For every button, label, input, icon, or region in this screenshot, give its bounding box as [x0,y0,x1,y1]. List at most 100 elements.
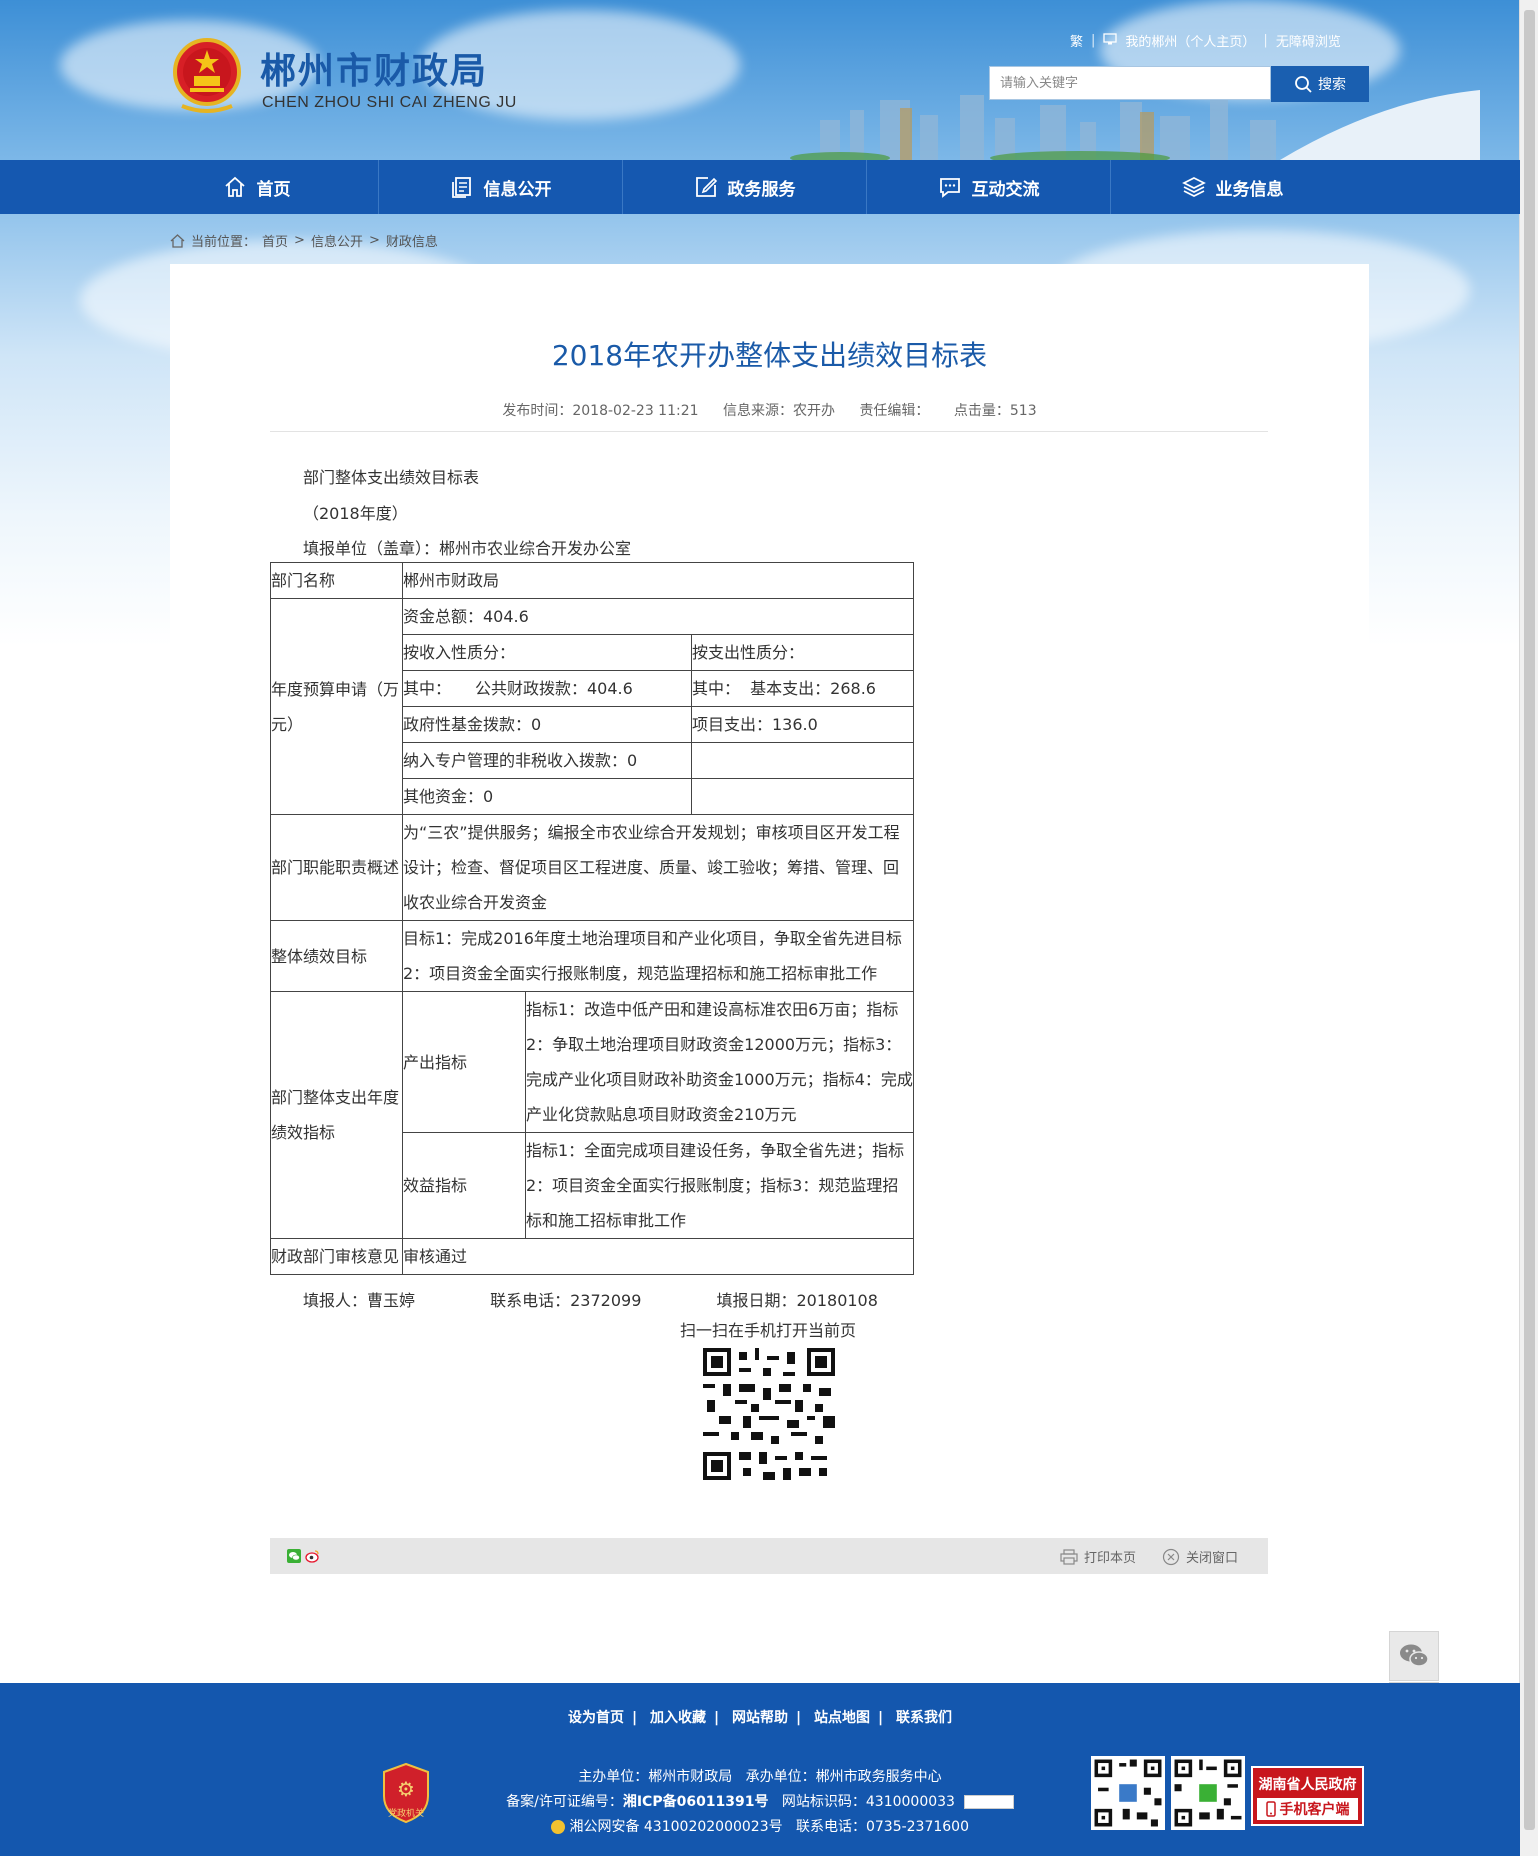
responsible-editor: 责任编辑： [859,403,930,419]
table-cell: 政府性基金拨款：0 [402,706,692,743]
table-cell: 其中： 基本支出：268.6 [691,670,914,707]
nav-item-home[interactable]: 首页 [135,160,379,214]
table-cell: 效益指标 [402,1132,526,1239]
search-button[interactable]: 搜索 [1271,66,1369,102]
doc-year: （2018年度） [303,504,408,523]
home-icon [170,233,185,248]
cnzz-stat-icon[interactable] [963,1795,1014,1809]
print-button[interactable]: 打印本页 [1060,1547,1136,1566]
table-cell: 财政部门审核意见 [270,1238,403,1275]
table-cell: 项目支出：136.0 [691,706,914,743]
breadcrumb-separator: > [294,233,305,248]
traditional-chinese-link[interactable]: 繁 [1070,31,1083,50]
nav-item-business-info[interactable]: 业务信息 [1111,160,1354,214]
table-cell [691,742,914,779]
wechat-icon [1400,1644,1429,1667]
divider [270,431,1268,432]
article-meta: 发布时间：2018-02-23 11:21 信息来源：农开办 责任编辑： 点击量… [170,400,1369,420]
hunan-gov-app-badge[interactable]: 湖南省人民政府 手机客户端 [1251,1766,1364,1826]
breadcrumb-info-disclosure[interactable]: 信息公开 [311,231,363,250]
table-cell: 审核通过 [402,1238,914,1275]
nav-item-gov-services[interactable]: 政务服务 [623,160,867,214]
footer-site-code: 网站标识码：4310000033 [781,1794,955,1810]
footer-link-sitemap[interactable]: 站点地图 [814,1710,870,1726]
footer-police[interactable]: 湘公网安备 43100202000023号 [569,1819,782,1835]
home-icon [224,176,245,197]
breadcrumb: 当前位置： 首页 > 信息公开 > 财政信息 [170,231,438,250]
breadcrumb-separator: > [368,233,380,248]
table-cell: 指标1：改造中低产田和建设高标准农田6万亩；指标2：争取土地治理项目财政资金12… [525,991,914,1133]
footer-link-add-favorite[interactable]: 加入收藏 [650,1710,706,1726]
table-cell: 按收入性质分： [402,634,692,671]
edit-icon [695,177,717,197]
layers-icon [1181,177,1206,197]
breadcrumb-prefix: 当前位置： [191,235,257,250]
info-source: 信息来源：农开办 [722,403,835,419]
table-cell: 部门整体支出年度绩效指标 [270,991,403,1239]
breadcrumb-home[interactable]: 首页 [262,231,288,250]
footer-undertaker: 承办单位：郴州市政务服务中心 [745,1769,942,1785]
close-icon [1162,1548,1180,1565]
table-cell: 资金总额：404.6 [402,598,914,635]
footer-link-help[interactable]: 网站帮助 [732,1710,788,1726]
site-footer: 设为首页 | 加入收藏 | 网站帮助 | 站点地图 | 联系我们 ⚙ 党政机关 主办单位… [0,1683,1520,1856]
filler-date: 填报日期：20180108 [716,1291,878,1310]
close-label: 关闭窗口 [1186,1551,1239,1566]
printer-icon [1060,1548,1078,1565]
filler-phone: 联系电话：2372099 [490,1291,642,1310]
search-button-label: 搜索 [1318,77,1346,93]
article-panel: 2018年农开办整体支出绩效目标表 发布时间：2018-02-23 11:21 … [170,264,1369,1574]
accessibility-link[interactable]: 无障碍浏览 [1276,31,1341,50]
monitor-icon [1103,32,1118,49]
close-window-button[interactable]: 关闭窗口 [1162,1547,1238,1566]
table-cell: 为“三农”提供服务；编报全市农业综合开发规划；审核项目区开发工程设计；检查、督促… [402,814,914,921]
table-row: 财政部门审核意见 审核通过 [270,1238,914,1275]
footer-links: 设为首页 | 加入收藏 | 网站帮助 | 站点地图 | 联系我们 [568,1710,952,1726]
footer-qr-code-2 [1171,1756,1245,1830]
click-count: 点击量：513 [953,403,1037,419]
mobile-phone-icon [1265,1801,1276,1817]
nav-item-label: 首页 [256,179,291,200]
table-cell: 指标1：全面完成项目建设任务，争取全省先进；指标2：项目资金全面实行报账制度；指… [525,1132,914,1239]
footer-link-contact[interactable]: 联系我们 [896,1710,952,1726]
footer-icp-prefix: 备案/许可证编号： [506,1794,623,1810]
scrollbar-thumb[interactable] [1524,10,1535,1830]
national-emblem-icon [173,38,241,113]
nav-item-label: 政务服务 [727,179,796,200]
nav-item-label: 信息公开 [483,179,552,200]
hunan-gov-badge-line2: 手机客户端 [1279,1802,1350,1818]
search-input[interactable]: 请输入关键字 [989,66,1271,100]
footer-icp-link[interactable]: 湘ICP备06011391号 [623,1794,769,1810]
my-chenzhou-link[interactable]: 我的郴州（个人主页） [1125,31,1255,50]
breadcrumb-finance-info[interactable]: 财政信息 [386,231,438,250]
table-row: 部门名称 郴州市财政局 [270,562,914,599]
article-title: 2018年农开办整体支出绩效目标表 [551,339,988,372]
table-cell: 目标1：完成2016年度土地治理项目和产业化项目，争取全省先进目标2：项目资金全… [402,920,914,992]
page-scrollbar[interactable] [1519,0,1538,1856]
weibo-share-icon[interactable] [305,1549,319,1567]
document-icon [451,177,471,198]
qr-label: 扫一扫在手机打开当前页 [680,1321,857,1340]
hunan-gov-badge-line1: 湖南省人民政府 [1258,1777,1357,1793]
site-title[interactable]: 郴州市财政局 [260,42,488,94]
signoff-line: 填报人：曹玉婷 联系电话：2372099 填报日期：20180108 [303,1287,948,1311]
footer-qr-code-1 [1091,1756,1165,1830]
page-qr-code [703,1348,835,1480]
performance-target-table: 部门名称 郴州市财政局 年度预算申请（万元） 资金总额：404.6 按收入性质分… [270,562,914,1275]
publish-time: 发布时间：2018-02-23 11:21 [502,403,699,419]
wechat-share-icon[interactable] [287,1549,301,1567]
table-row: 整体绩效目标 目标1：完成2016年度土地治理项目和产业化项目，争取全省先进目标… [270,920,914,992]
nav-item-info-disclosure[interactable]: 信息公开 [379,160,623,214]
nav-item-interaction[interactable]: 互动交流 [867,160,1111,214]
nav-item-label: 互动交流 [971,179,1040,200]
hunan-gov-badge-line2-box: 手机客户端 [1257,1798,1358,1820]
table-cell: 其中： 公共财政拨款：404.6 [402,670,692,707]
nav-item-label: 业务信息 [1215,179,1284,200]
search-box: 请输入关键字 搜索 [989,66,1369,102]
footer-link-set-homepage[interactable]: 设为首页 [568,1710,624,1726]
float-wechat-button[interactable] [1389,1631,1439,1681]
doc-heading: 部门整体支出绩效目标表 [303,468,480,487]
footer-host: 主办单位：郴州市财政局 [578,1769,733,1785]
table-row: 年度预算申请（万元） 资金总额：404.6 [270,598,914,815]
print-label: 打印本页 [1084,1551,1137,1566]
